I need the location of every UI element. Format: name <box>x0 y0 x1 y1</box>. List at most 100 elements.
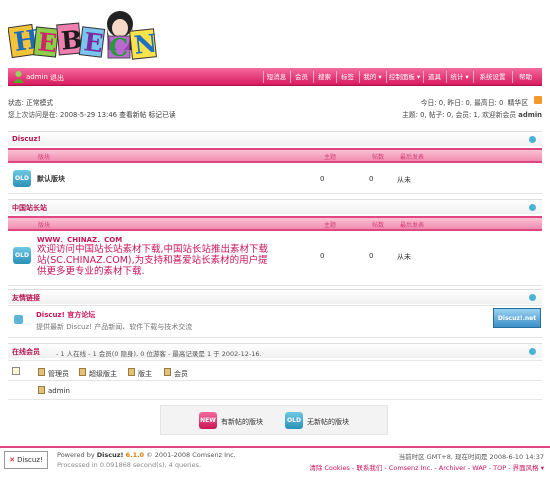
time-info: 当前时区 GMT+8, 现在时间是 2008-6-10 14:37 <box>398 453 544 461</box>
divider <box>8 161 542 163</box>
footer-links[interactable]: 清除 Cookies - 联系我们 - Comsenz Inc. - Archi… <box>309 462 544 472</box>
powered-name[interactable]: Discuz! <box>97 451 124 459</box>
nav-item-members[interactable]: 会员 <box>290 71 312 83</box>
section-header-chinaz: 中国站长站 <box>8 199 542 214</box>
nav-logout-link[interactable]: 退出 <box>50 73 64 83</box>
link-name[interactable]: Discuz! 官方论坛 <box>36 310 95 320</box>
forum-posts: 0 <box>369 252 374 260</box>
divider <box>8 305 542 306</box>
section-header-online: 在线会员 - 1 人在线 - 1 会员(0 隐身), 0 位游客 - 最高记录是… <box>8 343 542 358</box>
section-title-links[interactable]: 友情链接 <box>12 293 40 303</box>
version: 6.1.0 <box>125 451 145 459</box>
member-role-icon <box>164 368 171 376</box>
forum-old-icon: OLD <box>13 247 31 264</box>
collapse-toggle-icon[interactable] <box>529 136 536 143</box>
forum-last-post: 从未 <box>397 253 411 261</box>
nav-item-settings[interactable]: 系统设置 <box>473 71 511 83</box>
svg-text:C: C <box>109 33 128 62</box>
divider <box>8 229 542 231</box>
admin-role-icon <box>38 368 45 376</box>
online-list-icon <box>12 367 20 375</box>
today-stats-text: 今日: 0, 昨日: 0, 最高日: 0 <box>420 99 504 107</box>
admin-user-icon <box>38 386 45 394</box>
nav-item-stats-label: 统计 <box>450 73 464 81</box>
forum-posts: 0 <box>369 175 374 183</box>
powered-by: Powered by Discuz! 6.1.0 © 2001-2008 Com… <box>57 451 236 459</box>
legend-super-mod: 超级版主 <box>89 370 117 378</box>
nav-username[interactable]: admin <box>26 73 48 81</box>
nav-item-search[interactable]: 搜索 <box>313 71 335 83</box>
col-posts: 帖数 <box>372 222 385 229</box>
status-mode: 状态: 正常模式 <box>8 99 54 107</box>
divider <box>8 285 542 286</box>
nav-item-my[interactable]: 我的 ▾ <box>359 71 385 83</box>
nav-item-my-label: 我的 <box>363 73 377 81</box>
online-summary: - 1 人在线 - 1 会员(0 隐身), 0 位游客 - 最高记录是 1 于 … <box>56 350 262 358</box>
nav-item-tags[interactable]: 标签 <box>336 71 358 83</box>
online-user[interactable]: admin <box>48 387 70 395</box>
forum-desc-line-2: 站(SC.CHINAZ.COM),为支持和喜爱站长素材的用户提 <box>37 255 268 266</box>
divider <box>8 360 542 361</box>
close-icon: ✕ <box>9 456 16 464</box>
svg-text:N: N <box>133 29 158 60</box>
col-posts: 帖数 <box>372 154 385 161</box>
collapse-toggle-icon[interactable] <box>529 348 536 355</box>
link-icon <box>14 315 23 324</box>
view-new-link[interactable]: 查看新帖 <box>119 111 146 119</box>
new-posts-label: 有新帖的版块 <box>221 418 263 426</box>
forum-icon-legend: NEW 有新帖的版块 OLD 无新帖的版块 <box>160 405 388 435</box>
last-visit-time: 2008-5-29 13:46 <box>60 111 117 119</box>
powered-prefix: Powered by <box>57 451 95 459</box>
forum-desc-line-3: 供更多更专业的素材下载. <box>37 266 145 277</box>
new-member-link[interactable]: admin <box>518 111 542 119</box>
last-visit: 您上次访问是在: 2008-5-29 13:46 查看新帖 标记已读 <box>8 109 176 119</box>
column-header-row: 版块 主题 帖数 最后发表 <box>8 218 542 229</box>
super-mod-role-icon <box>79 368 86 376</box>
section-header-discuz: Discuz! <box>8 131 542 146</box>
discuz-banner[interactable]: Discuz!.net <box>493 308 541 328</box>
forum-description: 欢迎访问中国站长站素材下载,中国站长站推出素材下载 站(SC.CHINAZ.CO… <box>37 244 268 277</box>
divider <box>8 380 542 381</box>
thread-stats-text: 主题: 0, 帖子: 0, 会员: 1, 欢迎新会员 <box>402 111 517 119</box>
nav-item-stats[interactable]: 统计 ▾ <box>446 71 472 83</box>
copyright: © 2001-2008 Comsenz Inc. <box>146 451 236 459</box>
legend-admin: 管理员 <box>48 370 69 378</box>
forum-name[interactable]: 默认版块 <box>37 174 65 184</box>
forum-old-icon: OLD <box>13 170 31 187</box>
nav-item-tools[interactable]: 道具 <box>423 71 445 83</box>
mark-read-link[interactable]: 标记已读 <box>149 111 176 119</box>
col-last: 最后发表 <box>400 222 425 229</box>
elite-link[interactable]: 精华区 <box>508 99 528 107</box>
rss-icon[interactable] <box>534 96 542 104</box>
user-icon <box>13 71 24 83</box>
divider <box>8 193 542 194</box>
mod-role-icon <box>128 368 135 376</box>
forum-threads: 0 <box>320 252 325 260</box>
processed-info: Processed in 0.091868 second(s), 4 queri… <box>57 461 202 469</box>
collapse-toggle-icon[interactable] <box>529 204 536 211</box>
nav-item-help[interactable]: 帮助 <box>512 71 538 83</box>
col-threads: 主题 <box>324 154 337 161</box>
svg-text:E: E <box>36 27 58 58</box>
link-description: 提供最新 Discuz! 产品新闻、软件下载与技术交流 <box>36 323 193 331</box>
section-title-discuz[interactable]: Discuz! <box>12 135 41 143</box>
main-navbar: admin 退出 短消息 会员 搜索 标签 我的 ▾ 控制面板 ▾ 道具 统计 … <box>8 68 542 86</box>
col-forum: 版块 <box>38 222 51 229</box>
no-new-posts-label: 无新帖的版块 <box>307 418 349 426</box>
svg-text:E: E <box>82 27 104 58</box>
collapse-toggle-icon[interactable] <box>529 294 536 301</box>
legend-member: 会员 <box>174 370 188 378</box>
today-stats: 今日: 0, 昨日: 0, 最高日: 0 精华区 <box>421 97 528 107</box>
discuz-badge[interactable]: ✕ Discuz! <box>4 451 48 469</box>
nav-item-control-panel[interactable]: 控制面板 ▾ <box>386 71 422 83</box>
site-logo[interactable]: H E B E C N <box>8 6 158 66</box>
section-title-chinaz[interactable]: 中国站长站 <box>12 203 47 213</box>
col-last: 最后发表 <box>400 154 425 161</box>
thread-stats: 主题: 0, 帖子: 0, 会员: 1, 欢迎新会员 admin <box>402 109 542 119</box>
divider <box>8 399 542 400</box>
section-title-online[interactable]: 在线会员 <box>12 347 40 357</box>
col-threads: 主题 <box>324 222 337 229</box>
forum-last-post: 从未 <box>397 176 411 184</box>
nav-item-messages[interactable]: 短消息 <box>263 71 289 83</box>
col-forum: 版块 <box>38 154 51 161</box>
